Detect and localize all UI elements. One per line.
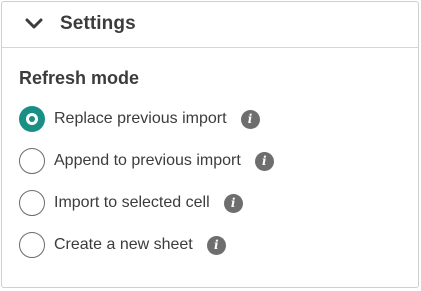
settings-panel: Settings Refresh mode Replace previous i… — [1, 1, 419, 288]
option-label: Create a new sheet — [54, 236, 193, 253]
radio-import-to-selected-cell[interactable] — [19, 190, 45, 216]
option-import-to-selected-cell[interactable]: Import to selected cell i — [19, 189, 399, 217]
option-label: Replace previous import — [54, 110, 227, 127]
settings-header-toggle[interactable]: Settings — [2, 2, 418, 48]
radio-create-a-new-sheet[interactable] — [19, 232, 45, 258]
radio-replace-previous-import[interactable] — [19, 106, 45, 132]
refresh-mode-heading: Refresh mode — [19, 68, 140, 88]
info-icon[interactable]: i — [206, 235, 226, 255]
option-create-a-new-sheet[interactable]: Create a new sheet i — [19, 231, 399, 259]
option-replace-previous-import[interactable]: Replace previous import i — [19, 105, 399, 133]
option-label: Append to previous import — [54, 152, 241, 169]
info-icon[interactable]: i — [254, 151, 274, 171]
chevron-down-icon[interactable] — [25, 17, 43, 31]
info-icon[interactable]: i — [240, 109, 260, 129]
settings-title: Settings — [60, 13, 136, 34]
radio-append-to-previous-import[interactable] — [19, 148, 45, 174]
option-label: Import to selected cell — [54, 194, 210, 211]
option-append-to-previous-import[interactable]: Append to previous import i — [19, 147, 399, 175]
info-icon[interactable]: i — [223, 193, 243, 213]
